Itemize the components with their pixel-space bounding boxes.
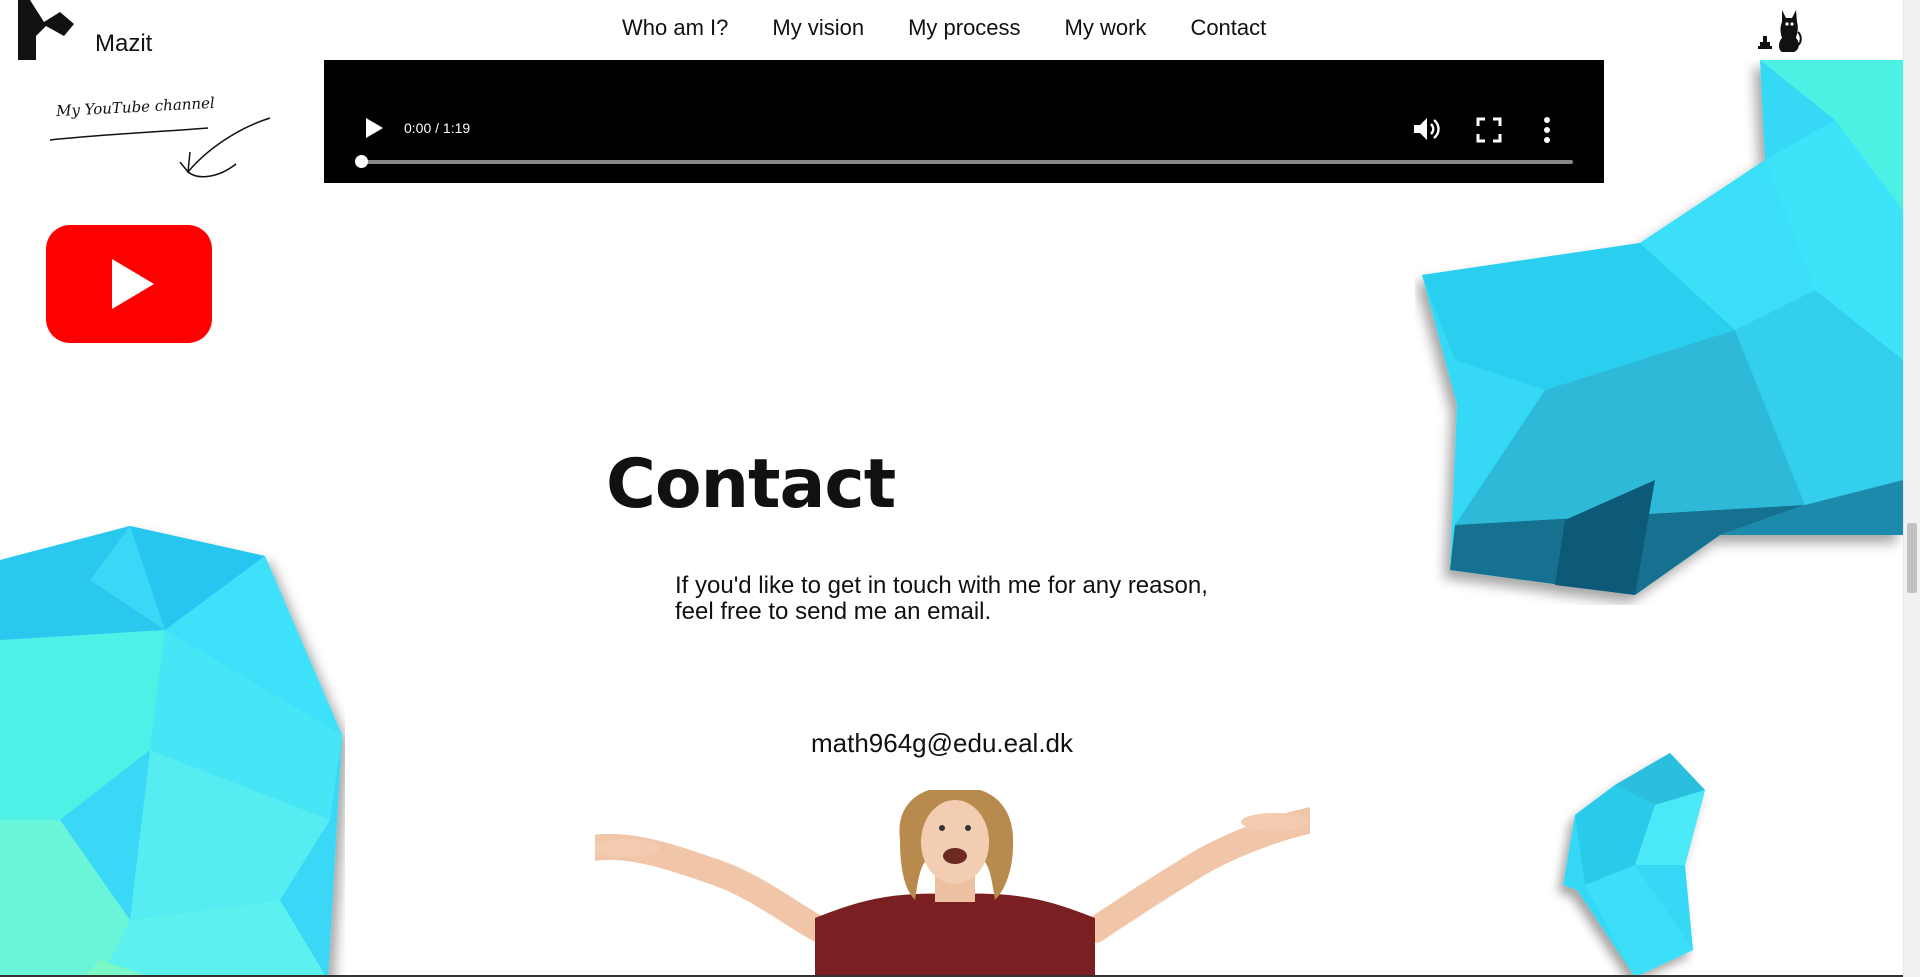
left-polygon-decoration [0,526,342,977]
cat-icon[interactable] [1752,6,1804,54]
fullscreen-icon[interactable] [1476,117,1502,143]
youtube-icon[interactable] [46,225,212,343]
contact-description: If you'd like to get in touch with me fo… [675,572,1208,625]
brand-name[interactable]: Mazit [95,30,152,58]
nav-who-am-i[interactable]: Who am I? [622,15,728,41]
page: Mazit Who am I? My vision My process My … [0,0,1903,977]
nav-my-vision[interactable]: My vision [772,15,864,41]
main-nav: Who am I? My vision My process My work C… [622,15,1266,41]
contact-email-link[interactable]: math964g@edu.eal.dk [660,728,1224,759]
logo-m-icon[interactable] [18,0,74,60]
vertical-scrollbar[interactable] [1903,0,1920,977]
nav-contact[interactable]: Contact [1190,15,1266,41]
person-photo [595,790,1310,977]
video-progress-handle[interactable] [355,155,368,168]
right-bottom-polygon-decoration [1563,753,1705,977]
nav-my-work[interactable]: My work [1065,15,1147,41]
volume-icon[interactable] [1412,115,1442,143]
nav-my-process[interactable]: My process [908,15,1020,41]
more-options-icon[interactable] [1540,116,1554,144]
video-player[interactable]: 0:00 / 1:19 [324,60,1604,183]
video-time: 0:00 / 1:19 [404,120,471,136]
play-icon[interactable] [364,117,384,139]
video-progress-track[interactable] [361,160,1573,164]
scrollbar-thumb[interactable] [1907,523,1917,593]
contact-heading: Contact [606,445,896,524]
